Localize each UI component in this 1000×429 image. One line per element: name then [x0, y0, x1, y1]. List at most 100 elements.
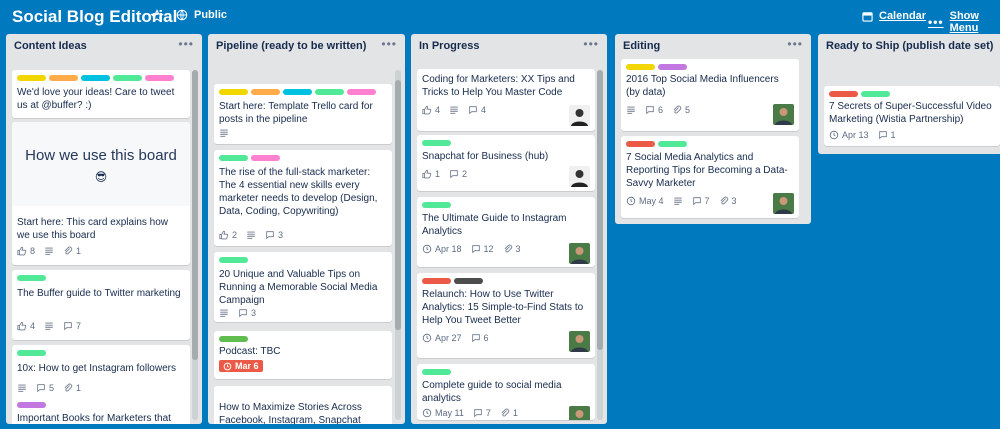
comment-badge: 7 — [473, 408, 491, 418]
visibility-button[interactable]: Public — [176, 9, 227, 21]
vote-badge: 2 — [219, 230, 237, 240]
list-title[interactable]: Pipeline (ready to be written) — [216, 40, 366, 52]
scrollbar[interactable] — [192, 70, 198, 420]
card[interactable]: 7 Secrets of Super-Successful Video Mark… — [824, 86, 1000, 146]
due-date-badge: Apr 27 — [422, 333, 462, 343]
avatar[interactable] — [773, 104, 794, 125]
card-title: Start here: This card explains how we us… — [17, 217, 169, 241]
card[interactable]: Snapchat for Business (hub) 1 2 — [417, 135, 595, 191]
card[interactable]: How to Maximize Stories Across Facebook,… — [214, 386, 392, 424]
card[interactable]: How we use this board 😎 Start here: This… — [12, 122, 190, 265]
card[interactable]: 7 Social Media Analytics and Reporting T… — [621, 136, 799, 218]
card-labels — [17, 275, 46, 281]
scrollbar[interactable] — [597, 70, 603, 420]
badge-value: 2 — [462, 169, 468, 179]
list-title[interactable]: Content Ideas — [14, 40, 87, 52]
card[interactable]: Coding for Marketers: XX Tips and Tricks… — [417, 69, 595, 131]
label-green — [422, 202, 451, 208]
label-red — [829, 91, 858, 97]
list-title[interactable]: In Progress — [419, 40, 480, 52]
label-purple — [17, 402, 46, 408]
comment-badge: 6 — [471, 333, 489, 343]
card[interactable]: We'd love your ideas! Care to tweet us a… — [12, 70, 190, 118]
card[interactable]: Start here: Template Trello card for pos… — [214, 84, 392, 144]
badge-value: 1 — [512, 408, 518, 418]
card-labels — [422, 202, 451, 208]
card-title: 7 Social Media Analytics and Reporting T… — [626, 152, 788, 189]
avatar[interactable] — [569, 331, 590, 352]
description-badge — [219, 308, 229, 318]
comment-badge: 2 — [449, 169, 467, 179]
vote-badge: 4 — [17, 321, 35, 331]
badge-value: 3 — [251, 308, 257, 318]
card-title: Podcast: TBC — [219, 346, 281, 357]
list-ready-to-ship: Ready to Ship (publish date set) 7 Secre… — [818, 34, 1000, 154]
member-avatar-icon — [569, 105, 590, 126]
label-black — [454, 278, 483, 284]
list-menu-icon[interactable]: ••• — [583, 37, 599, 51]
badge-value: 3 — [278, 230, 284, 240]
list-menu-icon[interactable]: ••• — [787, 37, 803, 51]
card-title: 2016 Top Social Media Influencers (by da… — [626, 74, 779, 98]
attachment-badge: 1 — [63, 246, 81, 256]
card-labels — [219, 257, 248, 263]
card[interactable]: 2016 Top Social Media Influencers (by da… — [621, 59, 799, 131]
card[interactable]: Podcast: TBC Mar 6 — [214, 331, 392, 379]
badge-value: 1 — [76, 246, 82, 256]
calendar-icon — [862, 11, 873, 22]
card-title: 10x: How to get Instagram followers — [17, 363, 176, 374]
card[interactable]: Complete guide to social media analytics… — [417, 364, 595, 420]
attachment-icon — [720, 196, 728, 205]
comment-icon — [266, 231, 274, 240]
badge-value: 4 — [30, 321, 36, 331]
description-icon — [45, 322, 53, 330]
attachment-icon — [501, 408, 510, 417]
avatar[interactable] — [569, 166, 590, 187]
card-title: Relaunch: How to Use Twitter Analytics: … — [422, 289, 584, 326]
calendar-button[interactable]: Calendar — [862, 10, 926, 22]
member-avatar-icon — [569, 406, 590, 420]
scrollbar[interactable] — [395, 70, 401, 420]
avatar[interactable] — [773, 193, 794, 214]
label-sky — [283, 89, 312, 95]
list-title[interactable]: Ready to Ship (publish date set) — [826, 40, 993, 52]
card-badges: Apr 18 12 3 — [422, 244, 521, 254]
comment-badge: 5 — [36, 383, 54, 393]
card-badges: 8 1 — [17, 246, 81, 256]
card-title: The Ultimate Guide to Instagram Analytic… — [422, 213, 567, 237]
card[interactable]: 20 Unique and Valuable Tips on Running a… — [214, 252, 392, 322]
card[interactable]: Relaunch: How to Use Twitter Analytics: … — [417, 273, 595, 358]
card-labels — [422, 278, 483, 284]
card[interactable]: 10x: How to get Instagram followers 5 1 — [12, 345, 190, 402]
show-menu-button[interactable]: ••• Show Menu — [928, 10, 1000, 34]
card-labels — [219, 336, 248, 342]
list-title[interactable]: Editing — [623, 40, 660, 52]
card[interactable]: The Ultimate Guide to Instagram Analytic… — [417, 197, 595, 267]
avatar[interactable] — [569, 243, 590, 264]
star-icon[interactable] — [150, 9, 164, 23]
badge-value: 2 — [232, 230, 238, 240]
clock-icon — [626, 196, 636, 206]
attachment-badge: 3 — [503, 244, 521, 254]
badge-value: Apr 27 — [435, 333, 462, 343]
label-green — [219, 155, 248, 161]
card[interactable]: The Buffer guide to Twitter marketing 4 … — [12, 270, 190, 340]
vote-badge: 4 — [422, 105, 440, 115]
label-pink — [347, 89, 376, 95]
description-badge — [673, 196, 683, 206]
attachment-badge: 3 — [719, 196, 737, 206]
badge-value: 7 — [704, 196, 710, 206]
comment-badge: 1 — [878, 130, 896, 140]
card[interactable]: Important Books for Marketers that — [12, 397, 190, 424]
description-icon — [673, 197, 682, 205]
comment-icon — [878, 131, 887, 140]
comment-icon — [692, 197, 701, 206]
avatar[interactable] — [569, 105, 590, 126]
list-menu-icon[interactable]: ••• — [381, 37, 397, 51]
list-menu-icon[interactable]: ••• — [178, 37, 194, 51]
avatar[interactable] — [569, 406, 590, 420]
thumb-icon — [17, 321, 27, 331]
card-title: 7 Secrets of Super-Successful Video Mark… — [829, 101, 992, 125]
list-header: Editing ••• — [615, 34, 811, 58]
card[interactable]: The rise of the full-stack marketer: The… — [214, 150, 392, 246]
